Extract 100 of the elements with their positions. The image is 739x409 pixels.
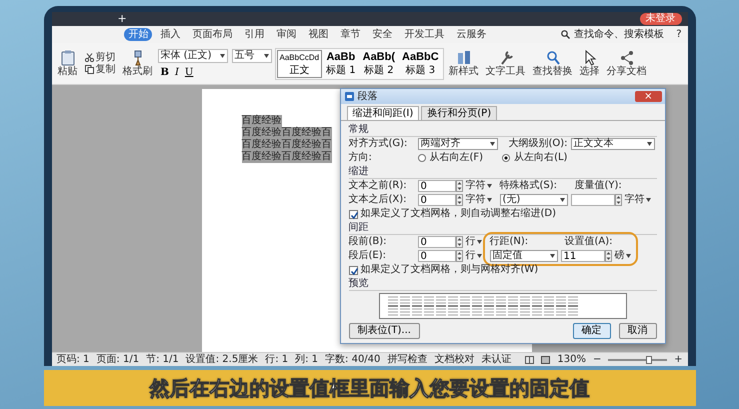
field-label: 文本之前(R):: [348, 180, 408, 192]
caret-icon: [264, 54, 268, 58]
radio-label: 从右向左(F): [430, 152, 484, 164]
caret-icon: [646, 142, 652, 146]
format-painter-button[interactable]: 格式刷: [120, 50, 154, 78]
status-item: 字数: 40/40: [325, 354, 380, 366]
zoom-level: 130%: [557, 354, 586, 366]
style-option[interactable]: AaBb( 标题 2: [360, 50, 398, 78]
unit-dropdown[interactable]: 字符: [466, 180, 492, 192]
caret-icon: [486, 198, 492, 202]
font-size-dropdown[interactable]: 五号: [232, 48, 272, 62]
style-option[interactable]: AaBb 标题 1: [323, 50, 359, 78]
status-item: 页面: 1/1: [96, 354, 140, 366]
ribbon-tab[interactable]: 开始: [124, 28, 152, 41]
ribbon-tab[interactable]: 开发工具: [400, 28, 448, 41]
caret-icon: [476, 254, 482, 258]
caret-icon: [490, 142, 494, 146]
search-tool-button[interactable]: 查找替换: [530, 50, 575, 78]
cursor-tool-button[interactable]: 选择: [578, 50, 602, 78]
styles-tool-button[interactable]: 新样式: [446, 50, 481, 78]
ribbon-tab[interactable]: 插入: [156, 28, 184, 41]
share-icon: [620, 50, 634, 66]
close-button[interactable]: ×: [635, 91, 662, 102]
dialog-tab[interactable]: 换行和分页(P): [421, 106, 498, 120]
spin-icon: [604, 250, 612, 262]
number-field[interactable]: 0: [418, 180, 456, 192]
ribbon-tab[interactable]: 章节: [336, 28, 364, 41]
format-button[interactable]: U: [182, 66, 196, 78]
zoom-out-button[interactable]: −: [593, 354, 602, 366]
dropdown[interactable]: 两端对齐: [418, 138, 498, 150]
status-item: 行: 1: [265, 354, 288, 366]
ribbon-tab[interactable]: 视图: [304, 28, 332, 41]
zoom-slider-thumb[interactable]: [646, 356, 652, 364]
caption-text: 然后在右边的设置值框里面输入您要设置的固定值: [150, 376, 590, 400]
radio-label: 从左向右(L): [514, 152, 568, 164]
view-mode-icon: [525, 356, 534, 364]
check-icon: [350, 266, 358, 276]
dialog-tab[interactable]: 缩进和间距(I): [346, 106, 420, 120]
radio-button[interactable]: [418, 154, 426, 162]
unit-dropdown[interactable]: 行: [466, 250, 482, 262]
paste-button[interactable]: 粘贴: [56, 50, 80, 78]
format-button[interactable]: I: [172, 66, 182, 78]
section-title: 缩进: [348, 166, 656, 179]
ribbon-tab[interactable]: 页面布局: [188, 28, 236, 41]
search-icon: [561, 30, 570, 39]
ribbon-tab[interactable]: 安全: [368, 28, 396, 41]
help-button[interactable]: ?: [676, 28, 682, 40]
ribbon-tab[interactable]: 云服务: [452, 28, 490, 41]
field-label: 度量值(Y):: [574, 180, 622, 192]
account-badge[interactable]: 未登录: [640, 13, 682, 25]
number-field[interactable]: 0: [418, 194, 456, 206]
dropdown[interactable]: 正文文本: [570, 138, 655, 150]
unit-dropdown[interactable]: 字符: [466, 194, 492, 206]
field-label: 设置值(A):: [564, 236, 613, 248]
share-tool-button[interactable]: 分享文档: [604, 50, 649, 78]
dialog-button[interactable]: 取消: [618, 323, 656, 339]
field-label: 大纲级别(O):: [508, 138, 568, 150]
copy-icon: [84, 65, 94, 74]
number-field[interactable]: 0: [418, 236, 456, 248]
unit-dropdown[interactable]: 磅: [614, 250, 630, 262]
clipboard-icon: [60, 50, 74, 66]
new-tab-button[interactable]: +: [118, 13, 127, 25]
unit-dropdown[interactable]: 字符: [624, 194, 650, 206]
ribbon-tab[interactable]: 引用: [240, 28, 268, 41]
command-search[interactable]: 查找命令、搜索模板: [574, 28, 664, 40]
spin-icon: [456, 180, 462, 192]
field-label: 文本之后(X):: [348, 194, 408, 206]
font-dropdown[interactable]: 宋体 (正文): [158, 48, 228, 62]
number-field[interactable]: 0: [418, 250, 456, 262]
checkbox[interactable]: [348, 210, 358, 218]
dropdown[interactable]: 固定值: [490, 250, 558, 262]
style-option[interactable]: AaBbCcDd 正文: [276, 50, 322, 78]
field-label: 段后(E):: [348, 250, 387, 262]
wrench-tool-button[interactable]: 文字工具: [484, 50, 528, 78]
app-icon: [344, 92, 354, 101]
unit-dropdown[interactable]: 行: [466, 236, 482, 248]
field-label: 特殊格式(S):: [500, 180, 558, 192]
spin-icon: [456, 194, 462, 206]
status-item: 设置值: 2.5厘米: [186, 354, 258, 366]
number-field[interactable]: 11: [560, 250, 604, 262]
format-button[interactable]: B: [158, 66, 172, 78]
dropdown[interactable]: (无): [500, 194, 568, 206]
section-title: 预览: [348, 278, 656, 291]
spin-icon: [614, 194, 622, 206]
ribbon-tab[interactable]: 审阅: [272, 28, 300, 41]
style-option[interactable]: AaBbC 标题 3: [399, 50, 442, 78]
dialog-button[interactable]: 确定: [572, 323, 610, 339]
search-icon: [546, 50, 560, 66]
cursor-icon: [582, 50, 597, 66]
status-item: 未认证: [481, 354, 512, 366]
dialog-button[interactable]: 制表位(T)...: [348, 323, 420, 339]
number-field[interactable]: [570, 194, 614, 206]
radio-button[interactable]: [502, 154, 510, 162]
copy-button[interactable]: 复制: [82, 64, 118, 76]
wrench-icon: [498, 50, 513, 66]
caret-icon: [560, 198, 564, 202]
checkbox[interactable]: [348, 266, 358, 274]
cut-button[interactable]: 剪切: [82, 52, 118, 64]
status-item: 节: 1/1: [146, 354, 179, 366]
zoom-in-button[interactable]: +: [674, 354, 682, 366]
